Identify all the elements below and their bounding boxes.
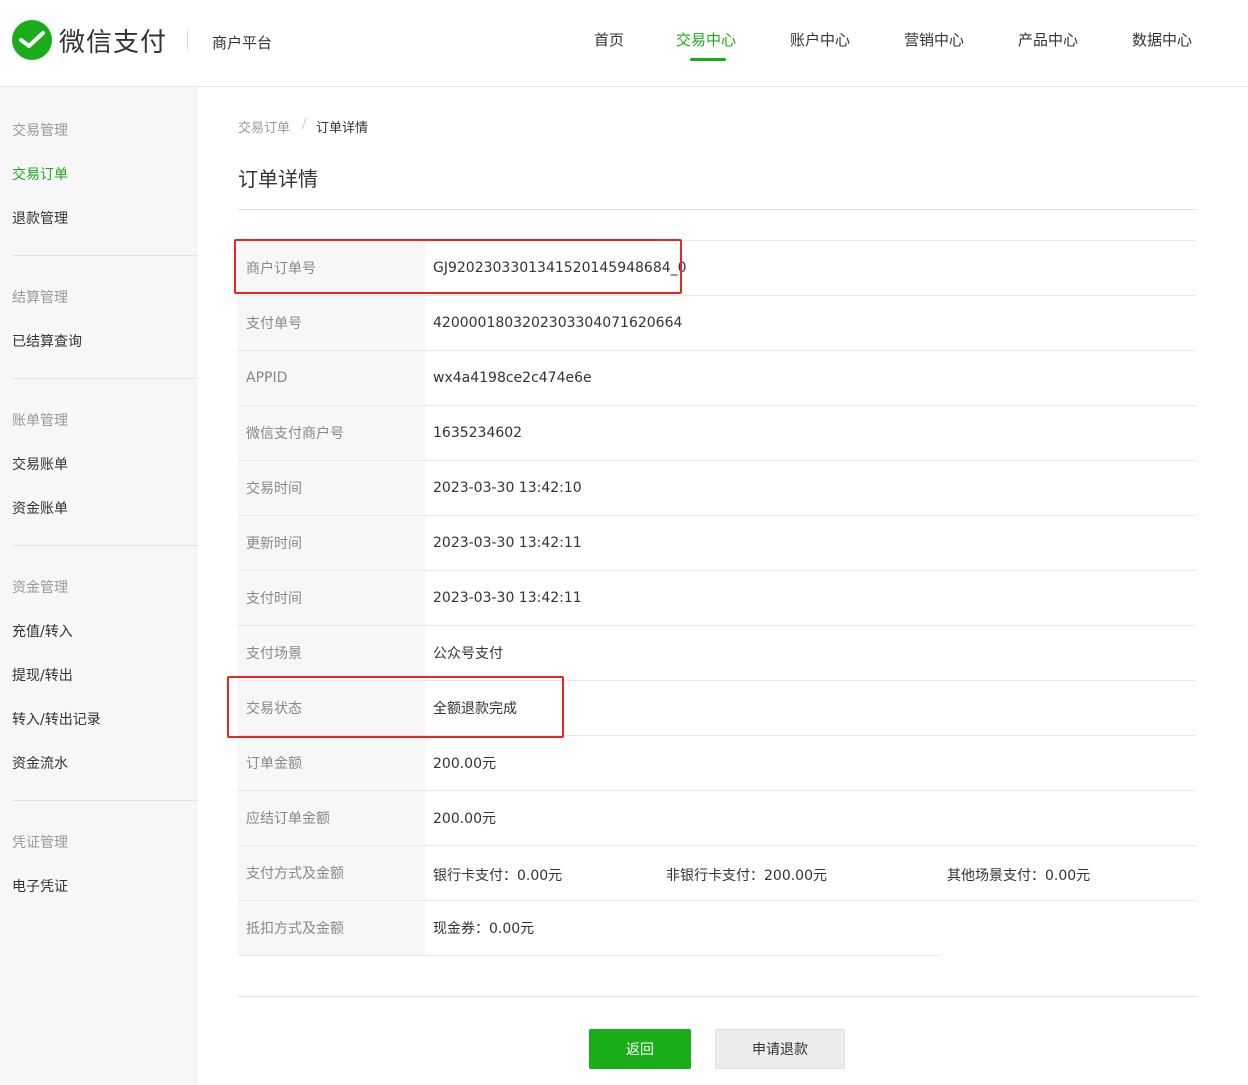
detail-label: 应结订单金额: [238, 791, 425, 845]
sidebar: 交易管理 交易订单 退款管理 结算管理 已结算查询 账单管理 交易账单 资金账单…: [0, 87, 198, 1085]
sidebar-item-recharge[interactable]: 充值/转入: [12, 621, 73, 641]
sidebar-item-e-voucher[interactable]: 电子凭证: [12, 876, 68, 896]
sidebar-divider: [12, 545, 198, 546]
sidebar-item-transfer-records[interactable]: 转入/转出记录: [12, 709, 101, 729]
detail-row-appid: APPID wx4a4198ce2c474e6e: [238, 350, 1196, 405]
wechat-pay-check-icon: [12, 20, 52, 60]
sidebar-group-vouchers: 凭证管理: [12, 835, 68, 851]
sidebar-item-trade-orders[interactable]: 交易订单: [12, 164, 68, 184]
sidebar-group-bills: 账单管理: [12, 413, 68, 429]
detail-value: 200.00元: [433, 756, 496, 772]
platform-name: 商户平台: [212, 34, 273, 52]
detail-label: 微信支付商户号: [238, 406, 425, 460]
non-bank-card-payment: 非银行卡支付：200.00元: [666, 868, 827, 884]
other-scene-payment: 其他场景支付：0.00元: [947, 868, 1091, 884]
detail-value: 银行卡支付：0.00元 非银行卡支付：200.00元 其他场景支付：0.00元: [425, 846, 1196, 900]
detail-value: 2023-03-30 13:42:11: [433, 535, 582, 551]
nav-data-center[interactable]: 数据中心: [1132, 29, 1192, 50]
breadcrumb-current: 订单详情: [316, 121, 369, 136]
highlight-box-trade-status: [227, 676, 564, 738]
sidebar-item-fund-flow[interactable]: 资金流水: [12, 753, 68, 773]
detail-value: 现金券：0.00元: [433, 921, 535, 937]
back-button[interactable]: 返回: [589, 1029, 691, 1069]
detail-value: 公众号支付: [433, 646, 503, 662]
apply-refund-button[interactable]: 申请退款: [715, 1029, 845, 1069]
sidebar-divider: [12, 255, 198, 256]
breadcrumb-separator: /: [302, 117, 307, 132]
detail-row-deduction: 抵扣方式及金额 现金券：0.00元: [238, 900, 1196, 955]
detail-label: 更新时间: [238, 516, 425, 570]
nav-trade-center[interactable]: 交易中心: [676, 29, 736, 50]
detail-label: 支付场景: [238, 626, 425, 680]
sidebar-item-withdraw[interactable]: 提现/转出: [12, 665, 73, 685]
detail-label: 抵扣方式及金额: [238, 901, 425, 955]
top-header: 微信支付 商户平台 首页 交易中心 账户中心 营销中心 产品中心 数据中心: [0, 0, 1248, 87]
brand-name: 微信支付: [59, 27, 168, 58]
detail-value: wx4a4198ce2c474e6e: [433, 370, 592, 386]
page-title: 订单详情: [238, 167, 318, 191]
logo-divider: [187, 31, 188, 49]
detail-label: 交易时间: [238, 461, 425, 515]
detail-value: 2023-03-30 13:42:11: [433, 590, 582, 606]
detail-row-pay-scene: 支付场景 公众号支付: [238, 625, 1196, 680]
sidebar-divider: [12, 378, 198, 379]
highlight-box-order-no: [234, 239, 682, 294]
sidebar-item-fund-bill[interactable]: 资金账单: [12, 498, 68, 518]
sidebar-group-funds: 资金管理: [12, 580, 68, 596]
detail-row-trade-time: 交易时间 2023-03-30 13:42:10: [238, 460, 1196, 515]
detail-row-payment-no: 支付单号 4200001803202303304071620664: [238, 295, 1196, 350]
detail-row-merchant-id: 微信支付商户号 1635234602: [238, 405, 1196, 460]
nav-account-center[interactable]: 账户中心: [790, 29, 850, 50]
wechat-pay-logo[interactable]: 微信支付: [12, 20, 167, 60]
detail-label: 支付方式及金额: [238, 846, 425, 900]
detail-row-order-amount: 订单金额 200.00元: [238, 735, 1196, 790]
detail-label: 订单金额: [238, 736, 425, 790]
detail-value: 4200001803202303304071620664: [433, 315, 683, 331]
detail-value: 200.00元: [433, 811, 496, 827]
nav-home[interactable]: 首页: [594, 29, 624, 50]
bank-card-payment: 银行卡支付：0.00元: [433, 868, 563, 884]
order-detail-table: 商户订单号 GJ9202303301341520145948684_0 支付单号…: [238, 240, 1196, 955]
detail-row-update-time: 更新时间 2023-03-30 13:42:11: [238, 515, 1196, 570]
sidebar-item-refund-management[interactable]: 退款管理: [12, 208, 68, 228]
detail-row-pay-time: 支付时间 2023-03-30 13:42:11: [238, 570, 1196, 625]
sidebar-item-trade-bill[interactable]: 交易账单: [12, 454, 68, 474]
nav-product-center[interactable]: 产品中心: [1018, 29, 1078, 50]
footer-divider: [238, 996, 1196, 997]
detail-label: 支付时间: [238, 571, 425, 625]
sidebar-group-trade: 交易管理: [12, 123, 68, 139]
breadcrumb-trade-orders[interactable]: 交易订单: [238, 117, 290, 136]
detail-value: 2023-03-30 13:42:10: [433, 480, 582, 496]
detail-value: 1635234602: [433, 425, 523, 441]
nav-marketing-center[interactable]: 营销中心: [904, 29, 964, 50]
detail-row-settle-amount: 应结订单金额 200.00元: [238, 790, 1196, 845]
detail-label: APPID: [238, 351, 425, 405]
sidebar-item-settled-query[interactable]: 已结算查询: [12, 331, 82, 351]
nav-active-underline: [690, 58, 726, 61]
detail-row-payment-methods: 支付方式及金额 银行卡支付：0.00元 非银行卡支付：200.00元 其他场景支…: [238, 845, 1196, 900]
title-divider: [238, 209, 1196, 210]
detail-label: 支付单号: [238, 296, 425, 350]
sidebar-divider: [12, 800, 198, 801]
table-bottom-border: [238, 955, 940, 956]
sidebar-group-settlement: 结算管理: [12, 290, 68, 306]
